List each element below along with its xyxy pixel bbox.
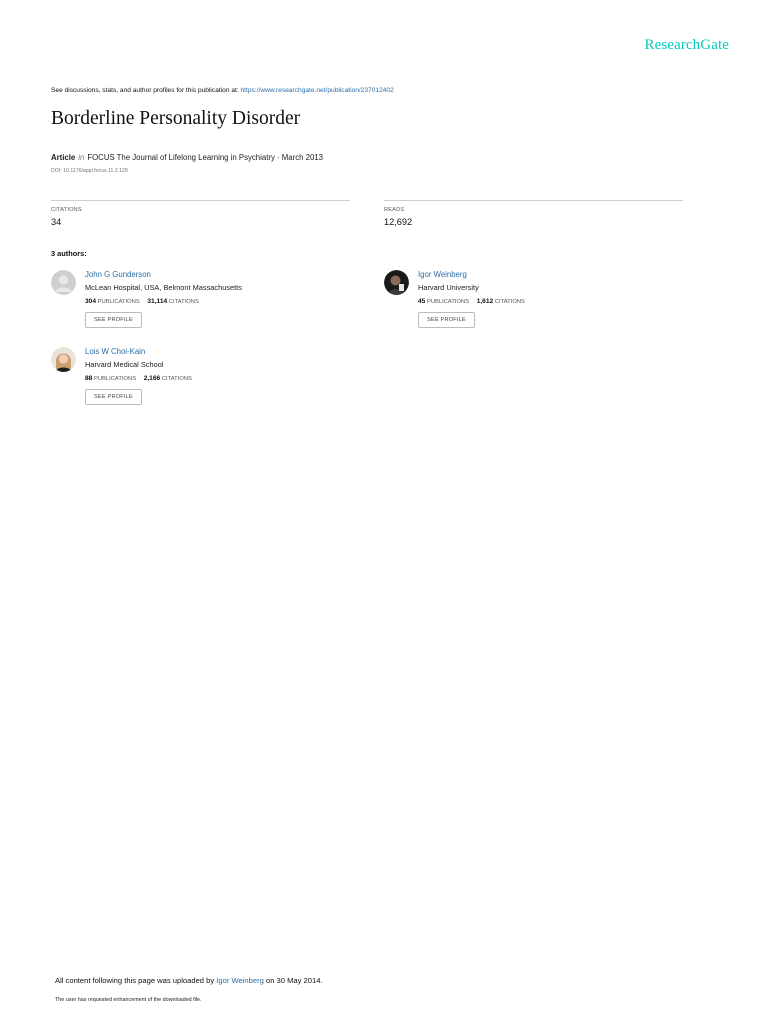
author-name-link[interactable]: Igor Weinberg xyxy=(418,270,525,279)
avatar[interactable] xyxy=(51,347,76,372)
publications-label: PUBLICATIONS xyxy=(426,299,470,305)
researchgate-logo[interactable]: ResearchGate xyxy=(645,37,729,54)
author-photo-icon xyxy=(51,347,76,372)
publication-url-link[interactable]: https://www.researchgate.net/publication… xyxy=(241,87,394,94)
author-affiliation: McLean Hospital, USA, Belmont Massachuse… xyxy=(85,283,242,292)
publications-count: 88 xyxy=(85,375,93,382)
author-affiliation: Harvard University xyxy=(418,283,479,292)
default-avatar-icon xyxy=(51,270,76,295)
author-info: Igor Weinberg Harvard University 45 PUBL… xyxy=(418,270,525,328)
authors-heading: 3 authors: xyxy=(51,249,87,258)
author-affiliation: Harvard Medical School xyxy=(85,360,164,369)
citations-label: CITATIONS xyxy=(494,299,525,305)
author-card: John G Gunderson McLean Hospital, USA, B… xyxy=(51,270,311,340)
author-card: Lois W Choi-Kain Harvard Medical School … xyxy=(51,347,311,417)
citations-label: CITATIONS xyxy=(161,376,192,382)
publication-meta: Article in FOCUS The Journal of Lifelong L… xyxy=(51,153,323,162)
publication-type: Article xyxy=(51,153,76,162)
author-stats: 45 PUBLICATIONS 1,612 CITATIONS xyxy=(418,298,525,305)
citations-label: CITATIONS xyxy=(168,299,199,305)
upload-suffix: on 30 May 2014. xyxy=(265,976,323,985)
publications-count: 304 xyxy=(85,298,97,305)
author-stats: 304 PUBLICATIONS 31,114 CITATIONS xyxy=(85,298,242,305)
uploader-link[interactable]: Igor Weinberg xyxy=(216,976,264,985)
author-name-link[interactable]: Lois W Choi-Kain xyxy=(85,347,192,356)
citations-count: 31,114 xyxy=(147,298,168,305)
author-photo-icon xyxy=(384,270,409,295)
citations-label: Citations xyxy=(51,207,82,213)
avatar[interactable] xyxy=(384,270,409,295)
discussion-line: See discussions, stats, and author profi… xyxy=(51,87,394,94)
publication-title: Borderline Personality Disorder xyxy=(51,108,301,129)
reads-label: Reads xyxy=(384,207,405,213)
journal-info: FOCUS The Journal of Lifelong Learning i… xyxy=(87,153,323,162)
author-card: Igor Weinberg Harvard University 45 PUBL… xyxy=(384,270,644,340)
in-label: in xyxy=(78,153,85,162)
reads-value: 12,692 xyxy=(384,217,413,227)
author-stats: 88 PUBLICATIONS 2,166 CITATIONS xyxy=(85,375,192,382)
see-profile-button[interactable]: See profile xyxy=(418,312,475,328)
citations-stat: Citations 34 xyxy=(51,200,350,227)
citations-count: 2,166 xyxy=(143,375,161,382)
citations-value: 34 xyxy=(51,217,62,227)
author-name-link[interactable]: John G Gunderson xyxy=(85,270,242,279)
doi: DOI: 10.1176/appi.focus.11.2.129 xyxy=(51,168,128,174)
author-info: Lois W Choi-Kain Harvard Medical School … xyxy=(85,347,192,405)
author-info: John G Gunderson McLean Hospital, USA, B… xyxy=(85,270,242,328)
upload-notice: All content following this page was uplo… xyxy=(55,976,323,985)
discussion-prefix: See discussions, stats, and author profi… xyxy=(51,87,239,94)
citations-count: 1,612 xyxy=(476,298,494,305)
see-profile-button[interactable]: See profile xyxy=(85,389,142,405)
see-profile-button[interactable]: See profile xyxy=(85,312,142,328)
upload-prefix: All content following this page was uplo… xyxy=(55,976,215,985)
publications-count: 45 xyxy=(418,298,426,305)
publications-label: PUBLICATIONS xyxy=(93,376,137,382)
avatar[interactable] xyxy=(51,270,76,295)
publications-label: PUBLICATIONS xyxy=(97,299,140,305)
enhancement-note: The user has requested enhancement of th… xyxy=(55,997,202,1003)
reads-stat: Reads 12,692 xyxy=(384,200,683,227)
